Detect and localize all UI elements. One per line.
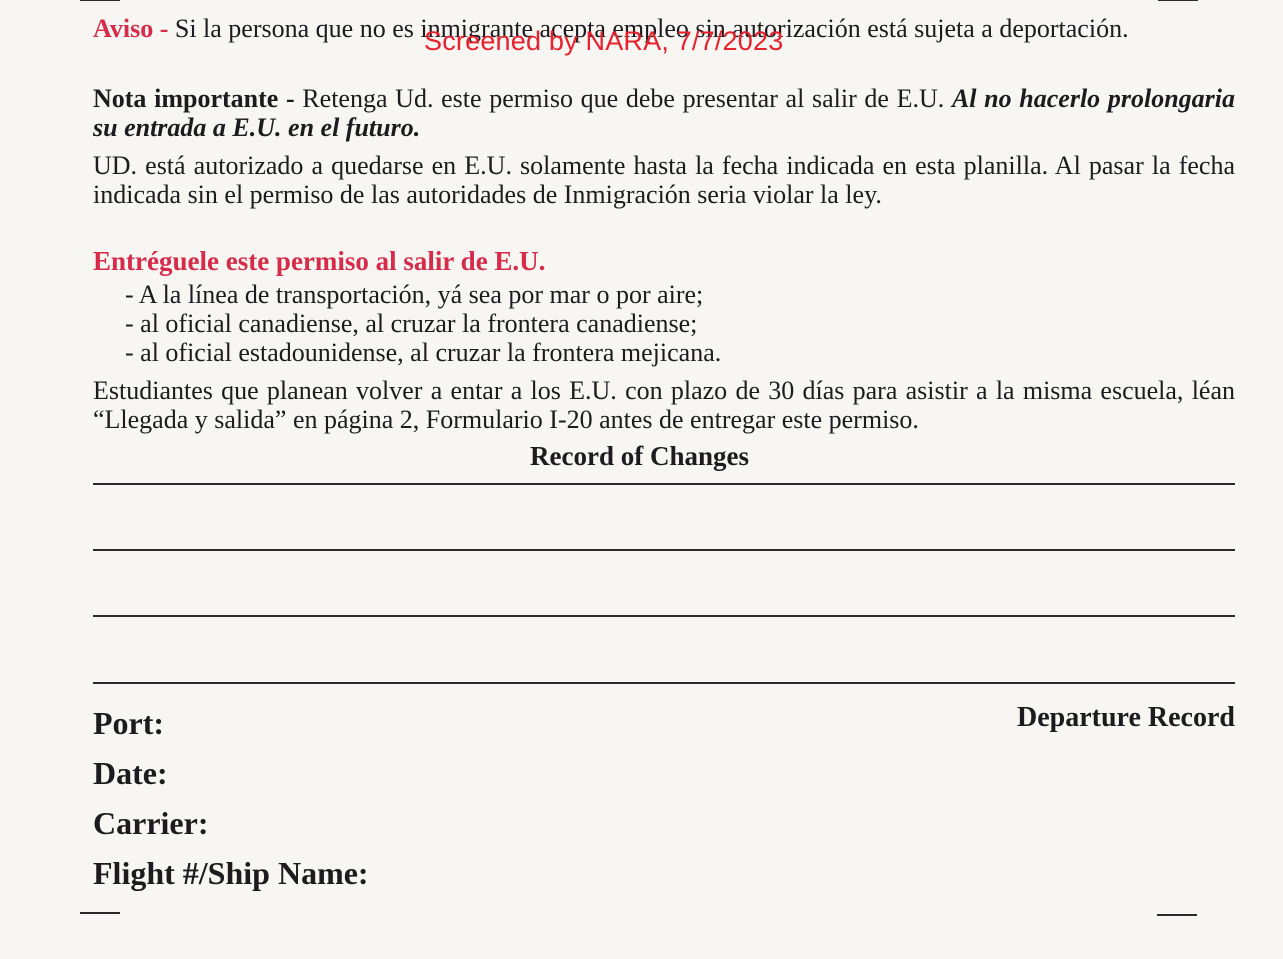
i94-form-back: Aviso - Si la persona que no es inmigran… bbox=[0, 0, 1283, 959]
record-line bbox=[93, 615, 1235, 617]
flight-ship-label: Flight #/Ship Name: bbox=[93, 855, 369, 891]
port-label: Port: bbox=[93, 705, 165, 741]
record-line bbox=[93, 483, 1235, 485]
record-line bbox=[93, 682, 1235, 684]
stay-paragraph: UD. está autorizado a quedarse en E.U. s… bbox=[93, 151, 1235, 209]
surrender-item: - al oficial canadiense, al cruzar la fr… bbox=[125, 309, 698, 338]
carrier-label: Carrier: bbox=[93, 805, 209, 841]
surrender-item: - A la línea de transportación, yá sea p… bbox=[125, 280, 704, 309]
nota-text: Retenga Ud. este permiso que debe presen… bbox=[294, 84, 952, 113]
date-label: Date: bbox=[93, 755, 168, 791]
surrender-item: - al oficial estadounidense, al cruzar l… bbox=[125, 338, 722, 367]
nara-watermark: Screened by NARA, 7/7/2023 bbox=[424, 26, 784, 56]
departure-record-title: Departure Record bbox=[1017, 702, 1235, 733]
corner-tick-bottom-left bbox=[80, 912, 120, 914]
aviso-label: Aviso - bbox=[93, 14, 169, 43]
corner-tick-top-left bbox=[80, 0, 120, 1]
corner-tick-top-right bbox=[1158, 0, 1198, 1]
students-paragraph: Estudiantes que planean volver a entar a… bbox=[93, 376, 1235, 434]
corner-tick-bottom-right bbox=[1157, 914, 1197, 916]
nota-paragraph: Nota importante - Retenga Ud. este permi… bbox=[93, 84, 1235, 142]
record-line bbox=[93, 549, 1235, 551]
record-of-changes-title: Record of Changes bbox=[530, 441, 749, 471]
surrender-heading: Entréguele este permiso al salir de E.U. bbox=[93, 246, 546, 276]
nota-label: Nota importante - bbox=[93, 84, 295, 113]
